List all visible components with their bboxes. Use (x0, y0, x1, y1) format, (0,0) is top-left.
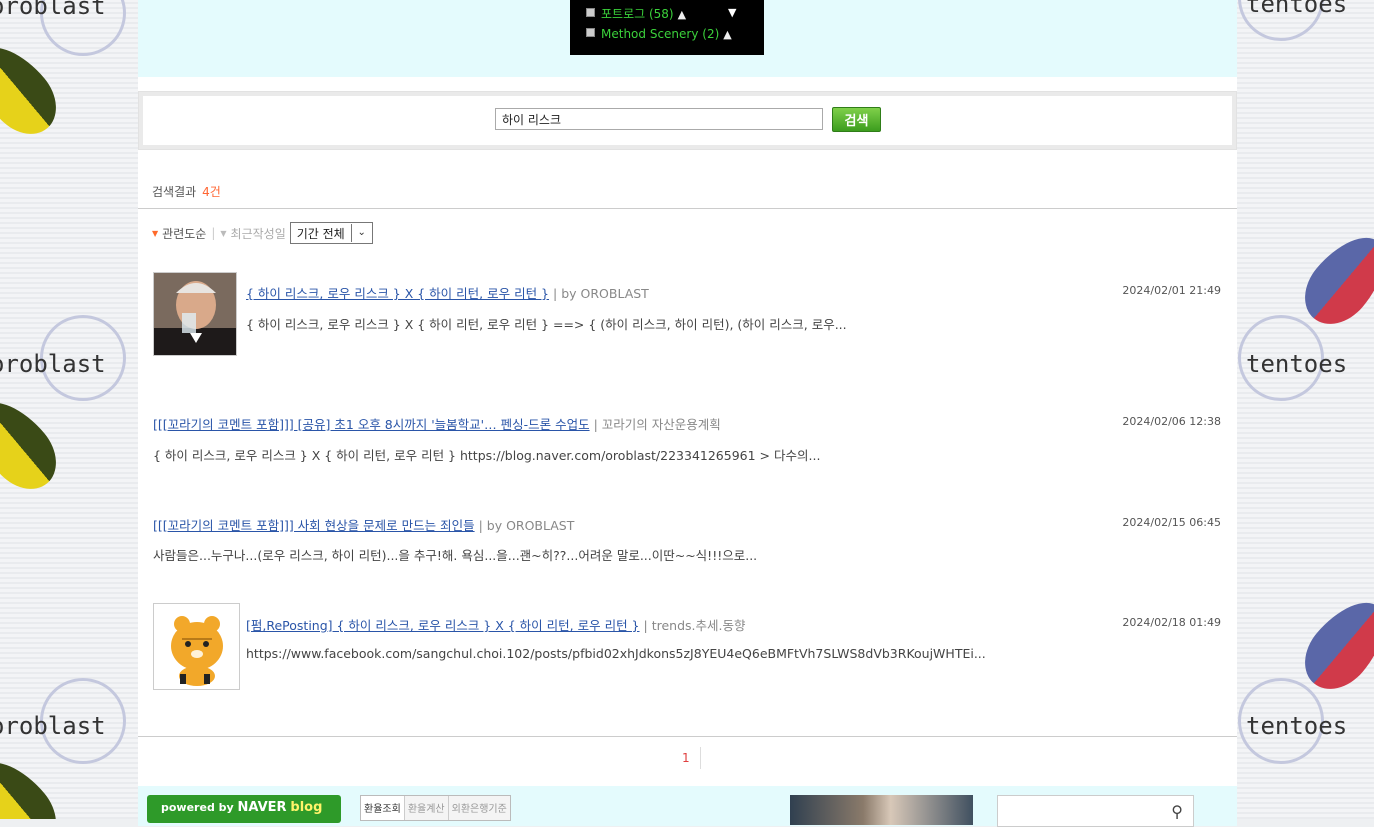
deco-text: tentoes (1246, 0, 1348, 18)
badge-prefix: powered by (161, 801, 234, 814)
category-item[interactable]: Method Scenery (2) ▲ (586, 27, 732, 41)
post-source[interactable]: | 꼬라기의 자산운용계획 (594, 417, 721, 432)
sort-options: ▼ 관련도순 | ▼ 최근작성일 기간 전체 ⌄ (152, 222, 373, 244)
divider (138, 208, 1237, 209)
leaf-decoration (0, 387, 71, 503)
result-count: 검색결과 4건 (152, 183, 221, 200)
post-date: 2024/02/06 12:38 (1122, 415, 1221, 428)
triangle-down-icon: ▼ (220, 228, 227, 238)
post-snippet: { 하이 리스크, 로우 리스크 } X { 하이 리턴, 로우 리턴 } ==… (246, 317, 847, 332)
period-value: 기간 전체 (296, 226, 345, 241)
tab-rate-calc[interactable]: 환율계산 (405, 796, 449, 820)
tab-bank-standard[interactable]: 외환은행기준 (449, 796, 510, 820)
post-source[interactable]: | by OROBLAST (479, 518, 575, 533)
category-item[interactable]: 포트로그 (58) ▲ (586, 5, 686, 22)
post-title: [[[꼬라기의 코멘트 포함]]] [공유] 초1 오후 8시까지 '늘봄학교'… (153, 414, 721, 433)
post-title-link[interactable]: [펌,RePosting] { 하이 리스크, 로우 리스크 } X { 하이 … (246, 618, 640, 633)
badge-blog: blog (290, 800, 323, 815)
post-date: 2024/02/01 21:49 (1122, 284, 1221, 297)
search-icon[interactable]: ⚲ (1171, 802, 1183, 821)
blog-main-column: 포트로그 (58)▲ ▼ Method Scenery (2)▲ 검색 검색결과… (138, 0, 1237, 827)
sort-relevance[interactable]: 관련도순 (162, 225, 206, 242)
lock-icon: ▲ (677, 8, 687, 21)
separator (700, 747, 701, 769)
triangle-down-icon: ▼ (152, 228, 159, 238)
man-with-glass-image (154, 273, 236, 355)
search-result-item: [[[꼬라기의 코멘트 포함]]] 사회 현상을 문제로 만드는 죄인들 | by… (153, 512, 1221, 563)
right-background-decoration: tentoes tentoes tentoes (1236, 0, 1374, 819)
leaf-decoration (0, 747, 71, 819)
post-thumbnail[interactable] (153, 272, 237, 356)
tab-rate-lookup[interactable]: 환율조회 (361, 796, 405, 820)
category-label: 포트로그 (58) (601, 7, 674, 21)
separator: | (211, 226, 216, 240)
deco-text: oroblast (0, 350, 106, 378)
search-input[interactable] (495, 108, 823, 130)
page-number[interactable]: 1 (682, 751, 690, 765)
result-label: 검색결과 (152, 185, 197, 199)
post-date: 2024/02/18 01:49 (1122, 616, 1221, 629)
post-source[interactable]: | trends.추세.동향 (644, 618, 746, 633)
pagination: 1 (138, 736, 1237, 783)
search-button[interactable]: 검색 (832, 107, 881, 132)
post-title: { 하이 리스크, 로우 리스크 } X { 하이 리턴, 로우 리턴 } | b… (246, 283, 649, 302)
post-title-link[interactable]: { 하이 리스크, 로우 리스크 } X { 하이 리턴, 로우 리턴 } (246, 286, 549, 301)
result-count-value: 4건 (202, 185, 221, 199)
sort-recent[interactable]: 최근작성일 (231, 225, 286, 242)
category-label: Method Scenery (2) (601, 27, 720, 41)
chevron-down-icon[interactable]: ▼ (728, 6, 736, 19)
post-title-link[interactable]: [[[꼬라기의 코멘트 포함]]] [공유] 초1 오후 8시까지 '늘봄학교'… (153, 417, 590, 432)
post-title: [펌,RePosting] { 하이 리스크, 로우 리스크 } X { 하이 … (246, 615, 745, 634)
bear-character-image (154, 604, 239, 689)
post-date: 2024/02/15 06:45 (1122, 516, 1221, 529)
deco-text: oroblast (0, 712, 106, 740)
post-source[interactable]: | by OROBLAST (553, 286, 649, 301)
post-title-link[interactable]: [[[꼬라기의 코멘트 포함]]] 사회 현상을 문제로 만드는 죄인들 (153, 518, 475, 533)
footer-band: powered by NAVER blog 환율조회 환율계산 외환은행기준 ⚲ (138, 786, 1237, 827)
post-thumbnail[interactable] (153, 603, 240, 690)
deco-text: tentoes (1246, 712, 1348, 740)
search-panel: 검색 (138, 91, 1237, 150)
deco-text: tentoes (1246, 350, 1348, 378)
footer-search-box[interactable]: ⚲ (997, 795, 1194, 827)
deco-text: oroblast (0, 0, 106, 20)
bullet-icon (586, 8, 595, 17)
post-snippet: { 하이 리스크, 로우 리스크 } X { 하이 리턴, 로우 리턴 } ht… (153, 448, 821, 463)
badge-brand: NAVER (237, 800, 287, 815)
search-result-item: [펌,RePosting] { 하이 리스크, 로우 리스크 } X { 하이 … (153, 603, 1221, 691)
search-result-item: [[[꼬라기의 코멘트 포함]]] [공유] 초1 오후 8시까지 '늘봄학교'… (153, 412, 1221, 463)
exchange-rate-tabs: 환율조회 환율계산 외환은행기준 (360, 795, 511, 821)
category-dropdown[interactable]: 포트로그 (58) ▲ ▼ Method Scenery (2) ▲ (570, 0, 764, 55)
period-select[interactable]: 기간 전체 ⌄ (289, 222, 373, 244)
lock-icon: ▲ (723, 28, 732, 41)
top-category-band: 포트로그 (58) ▲ ▼ Method Scenery (2) ▲ (138, 0, 1237, 77)
footer-photo[interactable] (790, 795, 973, 825)
bullet-icon (586, 28, 595, 37)
post-snippet: 사람들은...누구나...(로우 리스크, 하이 리턴)...을 추구!해. 욕… (153, 548, 758, 563)
search-result-item: { 하이 리스크, 로우 리스크 } X { 하이 리턴, 로우 리턴 } | b… (153, 272, 1221, 358)
post-snippet: https://www.facebook.com/sangchul.choi.1… (246, 646, 986, 661)
post-title: [[[꼬라기의 코멘트 포함]]] 사회 현상을 문제로 만드는 죄인들 | by… (153, 515, 574, 534)
left-background-decoration: oroblast oroblast oroblast (0, 0, 138, 819)
chevron-down-icon[interactable]: ⌄ (350, 224, 372, 242)
